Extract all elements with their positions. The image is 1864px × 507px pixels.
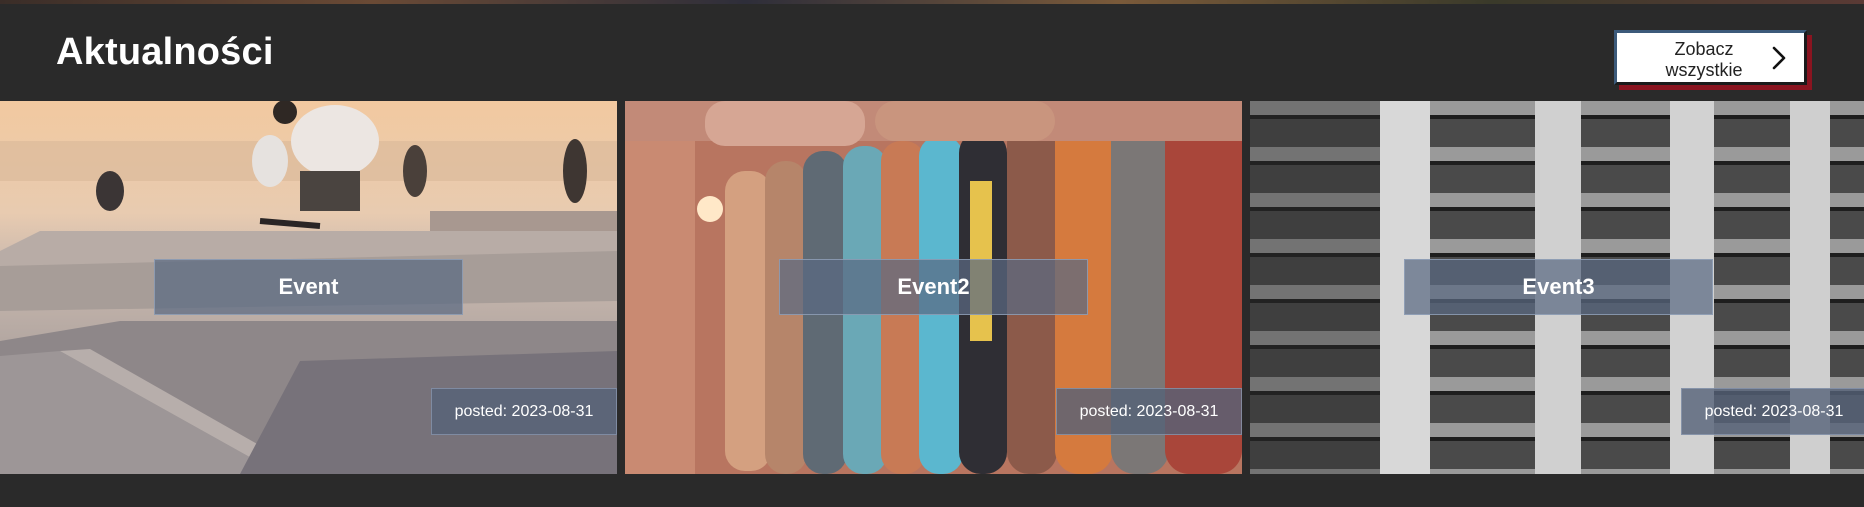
page-title: Aktualności [56, 31, 274, 73]
event-title-box: Event [154, 259, 463, 315]
event-card[interactable]: Event3 posted: 2023-08-31 [1250, 101, 1864, 474]
event-title-box: Event2 [779, 259, 1088, 315]
posted-date-badge: posted: 2023-08-31 [431, 388, 617, 435]
posted-date: posted: 2023-08-31 [1704, 402, 1844, 420]
event-title: Event [278, 274, 339, 299]
chevron-right-icon [1772, 46, 1786, 70]
event-title: Event3 [1522, 274, 1595, 299]
posted-date: posted: 2023-08-31 [454, 402, 594, 420]
event-title: Event2 [897, 274, 970, 299]
see-all-button[interactable]: Zobacz wszystkie [1614, 30, 1807, 85]
see-all-button-wrapper[interactable]: Zobacz wszystkie [1614, 30, 1812, 90]
posted-date: posted: 2023-08-31 [1079, 402, 1219, 420]
see-all-label: Zobacz wszystkie [1665, 39, 1743, 80]
footer-band [0, 474, 1864, 507]
posted-date-badge: posted: 2023-08-31 [1056, 388, 1242, 435]
event-title-box: Event3 [1404, 259, 1713, 315]
event-card[interactable]: Event posted: 2023-08-31 [0, 101, 617, 474]
event-card[interactable]: Event2 posted: 2023-08-31 [625, 101, 1242, 474]
section-header: Aktualności Zobacz wszystkie [0, 4, 1864, 101]
posted-date-badge: posted: 2023-08-31 [1681, 388, 1864, 435]
events-grid: Event posted: 2023-08-31 Event2 posted: … [0, 101, 1864, 474]
